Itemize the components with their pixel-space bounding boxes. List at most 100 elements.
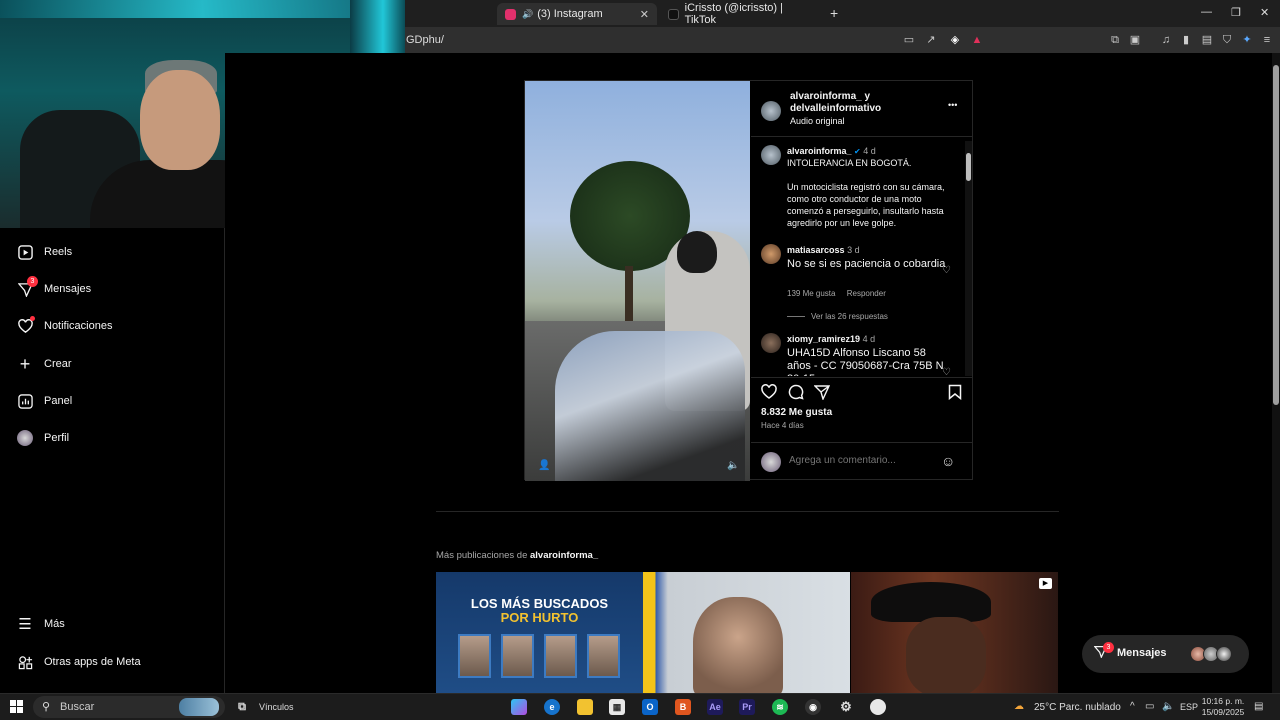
close-window-button[interactable]: ✕ bbox=[1260, 6, 1269, 19]
grid-post-thumbnail[interactable]: ▶ bbox=[851, 572, 1058, 693]
author-names-line2[interactable]: delvalleinformativo bbox=[790, 103, 881, 114]
close-tab-icon[interactable]: ✕ bbox=[640, 8, 649, 21]
view-replies-button[interactable]: Ver las 26 respuestas bbox=[787, 312, 888, 321]
comment-icon[interactable] bbox=[788, 384, 804, 405]
share-icon[interactable] bbox=[813, 384, 831, 405]
comment-avatar[interactable] bbox=[761, 333, 781, 353]
store-icon[interactable]: ▦ bbox=[609, 699, 625, 715]
like-icon[interactable] bbox=[761, 384, 777, 405]
app-icon[interactable] bbox=[870, 699, 886, 715]
verified-icon: ✔ bbox=[854, 147, 861, 156]
comment-username[interactable]: xiomy_ramirez19 bbox=[787, 334, 860, 344]
caption-body: Un motociclista registró con su cámara, … bbox=[787, 182, 945, 228]
grid-post-thumbnail[interactable]: LOS MÁS BUSCADOS POR HURTO bbox=[436, 572, 643, 693]
tagged-user-icon[interactable]: 👤 bbox=[538, 460, 550, 471]
avatar bbox=[1216, 646, 1232, 662]
caption-avatar[interactable] bbox=[761, 145, 781, 165]
messages-button[interactable]: 3 Mensajes bbox=[1082, 635, 1249, 673]
reel-icon: ▶ bbox=[1039, 578, 1052, 589]
comment-like-icon[interactable]: ♡ bbox=[942, 265, 951, 276]
taskbar-clock[interactable]: 10:16 p. m. 15/09/2025 bbox=[1200, 696, 1246, 718]
reply-button[interactable]: Responder bbox=[847, 289, 886, 298]
volume-tray-icon[interactable]: 🔈 bbox=[1162, 701, 1174, 712]
cast-icon[interactable]: ▭ bbox=[902, 33, 916, 47]
comment-username[interactable]: matiasarcoss bbox=[787, 245, 845, 255]
comment-input[interactable] bbox=[789, 455, 929, 466]
share-icon[interactable]: ↗ bbox=[924, 33, 938, 47]
audio-label[interactable]: Audio original bbox=[790, 116, 845, 126]
wallet-icon[interactable]: ▤ bbox=[1200, 33, 1214, 47]
comment-avatar[interactable] bbox=[761, 244, 781, 264]
post-video[interactable]: 👤 🔈 bbox=[525, 81, 750, 481]
taskbar-search[interactable]: ⚲ Buscar bbox=[33, 696, 225, 718]
brave-shield-icon[interactable]: ◈ bbox=[948, 33, 962, 47]
spotify-icon[interactable]: ≋ bbox=[772, 699, 788, 715]
maximize-button[interactable]: ❐ bbox=[1231, 6, 1241, 19]
tab-tiktok[interactable]: iCrissto (@icrissto) | TikTok bbox=[660, 2, 820, 26]
extensions-icon[interactable]: ⧉ bbox=[1108, 33, 1122, 47]
emoji-icon[interactable]: ☺ bbox=[941, 453, 955, 469]
likes-count[interactable]: 8.832 Me gusta bbox=[761, 407, 832, 418]
caption-username[interactable]: alvaroinforma_ bbox=[787, 146, 852, 156]
volume-icon[interactable]: 🔈 bbox=[727, 460, 739, 471]
post-date: Hace 4 días bbox=[761, 421, 804, 430]
more-posts-prefix: Más publicaciones de bbox=[436, 550, 530, 561]
browser-menu-icon[interactable]: ≡ bbox=[1260, 33, 1274, 47]
tab-instagram[interactable]: 🔊 (3) Instagram ✕ bbox=[497, 3, 657, 25]
comment-like-icon[interactable]: ♡ bbox=[942, 367, 951, 376]
new-tab-button[interactable]: + bbox=[830, 5, 838, 21]
vpn-shield-icon[interactable]: ⛉ bbox=[1220, 33, 1234, 47]
sidebar-item-messages[interactable]: 3 Mensajes bbox=[17, 276, 91, 300]
save-icon[interactable] bbox=[948, 384, 962, 405]
brave-icon[interactable]: B bbox=[675, 699, 691, 715]
page-scrollbar[interactable] bbox=[1272, 53, 1280, 693]
network-icon[interactable]: ▭ bbox=[1145, 701, 1154, 712]
task-view-icon[interactable]: ⧉ bbox=[234, 699, 250, 715]
reels-icon bbox=[17, 244, 33, 260]
sidebar-item-label: Crear bbox=[44, 358, 72, 370]
leo-ai-icon[interactable]: ✦ bbox=[1240, 33, 1254, 47]
windows-start-icon[interactable] bbox=[10, 700, 24, 714]
sidebar-item-profile[interactable]: Perfil bbox=[17, 427, 69, 449]
outlook-icon[interactable]: O bbox=[642, 699, 658, 715]
after-effects-icon[interactable]: Ae bbox=[707, 699, 723, 715]
sidebar-item-reels[interactable]: Reels bbox=[17, 241, 72, 263]
comment-time: 3 d bbox=[847, 245, 860, 255]
comments-scrollbar[interactable] bbox=[965, 141, 972, 376]
music-icon[interactable]: ♫ bbox=[1159, 33, 1173, 47]
grid-post-thumbnail[interactable] bbox=[643, 572, 850, 693]
sidebar-item-panel[interactable]: Panel bbox=[17, 390, 72, 412]
screenshot-icon[interactable]: ▣ bbox=[1128, 33, 1142, 47]
edge-icon[interactable]: e bbox=[544, 699, 560, 715]
author-avatar[interactable] bbox=[761, 101, 781, 121]
sidebar-toggle-icon[interactable]: ▮ bbox=[1179, 33, 1193, 47]
sidebar-item-label: Notificaciones bbox=[44, 320, 113, 332]
tray-overflow-icon[interactable]: ^ bbox=[1130, 701, 1135, 712]
url-field[interactable]: GDphu/ bbox=[406, 34, 444, 46]
more-posts-user[interactable]: alvaroinforma_ bbox=[530, 550, 598, 561]
links-toolbar[interactable]: Vínculos bbox=[259, 702, 294, 712]
sidebar-item-notifications[interactable]: Notificaciones bbox=[17, 315, 112, 337]
weather-widget[interactable]: 25°C Parc. nublado bbox=[1034, 702, 1121, 713]
author-names-line1[interactable]: alvaroinforma_ y bbox=[790, 91, 870, 102]
weather-icon: ☁ bbox=[1014, 701, 1024, 712]
premiere-icon[interactable]: Pr bbox=[739, 699, 755, 715]
apps-icon bbox=[17, 654, 33, 670]
sidebar-item-meta-apps[interactable]: Otras apps de Meta bbox=[17, 651, 141, 673]
copilot-icon[interactable] bbox=[511, 699, 527, 715]
post-dialog: 👤 🔈 alvaroinforma_ y delvalleinformativo… bbox=[524, 80, 973, 481]
post-sidebar: alvaroinforma_ y delvalleinformativo Aud… bbox=[751, 81, 973, 481]
obs-icon[interactable]: ◉ bbox=[805, 699, 821, 715]
address-bar: GDphu/ ▭ ↗ ◈ ▲ ⧉ ▣ ♫ ▮ ▤ ⛉ ✦ ≡ bbox=[405, 27, 1280, 53]
speaker-icon: 🔊 bbox=[522, 8, 534, 19]
settings-icon[interactable]: ⚙ bbox=[838, 699, 854, 715]
language-indicator[interactable]: ESP bbox=[1180, 702, 1198, 712]
sidebar-item-create[interactable]: + Crear bbox=[17, 353, 72, 375]
more-options-icon[interactable]: ••• bbox=[948, 100, 957, 110]
notifications-icon[interactable]: ▤ bbox=[1254, 701, 1263, 712]
sidebar-item-more[interactable]: ☰ Más bbox=[17, 613, 65, 635]
brave-rewards-icon[interactable]: ▲ bbox=[970, 33, 984, 47]
comment-likes[interactable]: 139 Me gusta bbox=[787, 289, 835, 298]
minimize-button[interactable]: — bbox=[1201, 6, 1212, 18]
file-explorer-icon[interactable] bbox=[577, 699, 593, 715]
